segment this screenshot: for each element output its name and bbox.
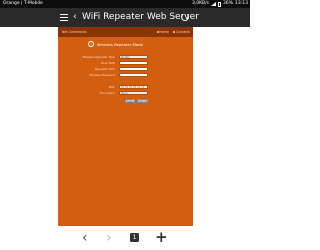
menu-icon[interactable] (60, 14, 68, 22)
password-input[interactable] (119, 73, 148, 77)
apply-button[interactable]: Apply (125, 99, 135, 103)
battery-icon (218, 1, 222, 7)
form-row-password: Wireless Password (58, 73, 193, 77)
form-title: Wireless Repeater Mode (97, 41, 143, 47)
carrier-label: Orange | T-Mobile (3, 1, 43, 6)
clock: 13:13 (235, 1, 248, 6)
back-circle-icon[interactable]: ‹ (88, 41, 94, 47)
form-header: ‹ Wireless Repeater Mode (88, 41, 143, 47)
root-ssid-input[interactable] (119, 61, 148, 65)
battery-level: 36% (223, 1, 234, 6)
mac-input[interactable]: 00:00:00:00:00:00 (119, 85, 148, 89)
network-speed: 3,0KB/s (191, 1, 210, 6)
form-row-encryption: Encryption None (58, 91, 193, 95)
cancel-button[interactable]: Cancel (137, 99, 148, 103)
tabs-icon[interactable]: 1 (130, 233, 139, 242)
encryption-select[interactable]: None (119, 91, 148, 95)
repeater-ssid-input[interactable] (119, 67, 148, 71)
field-label: Root SSID (101, 61, 115, 65)
home-link[interactable]: Home (156, 30, 169, 34)
home-icon (156, 31, 159, 33)
refresh-icon[interactable] (181, 13, 189, 21)
field-label: Wireless Repeater Type (82, 55, 115, 59)
new-tab-icon[interactable]: + (155, 229, 168, 245)
contacts-icon (172, 31, 175, 33)
form-row-repeater-type: Wireless Repeater Type Enable (58, 55, 193, 59)
status-bar: Orange | T-Mobile 3,0KB/s 36% 13:13 (0, 0, 250, 8)
field-label: MAC (108, 85, 115, 89)
status-indicators: 3,0KB/s 36% 13:13 (192, 0, 248, 8)
page-toolbar: Net Commands Home Contacts (58, 27, 193, 37)
page-nav-links: Home Contacts (156, 30, 190, 34)
repeater-type-select[interactable]: Enable (119, 55, 148, 59)
field-label: Repeater SSID (94, 67, 115, 71)
web-page: Net Commands Home Contacts ‹ Wireless Re… (58, 27, 193, 226)
back-arrow-icon[interactable]: ‹ (82, 230, 88, 246)
signal-icon (211, 2, 217, 6)
form-row-repeater-ssid: Repeater SSID (58, 67, 193, 71)
nav-commands-link[interactable]: Net Commands (62, 30, 87, 34)
back-arrow-icon[interactable]: ‹ (73, 12, 77, 22)
browser-bottom-nav: ‹ › 1 + (0, 226, 250, 250)
app-header: ‹ WiFi Repeater Web Server (0, 8, 250, 27)
forward-arrow-icon[interactable]: › (106, 230, 112, 246)
field-label: Wireless Password (89, 73, 115, 77)
form-row-mac: MAC 00:00:00:00:00:00 (58, 85, 193, 89)
contacts-link[interactable]: Contacts (172, 30, 190, 34)
field-label: Encryption (99, 91, 115, 95)
form-row-root-ssid: Root SSID (58, 61, 193, 65)
